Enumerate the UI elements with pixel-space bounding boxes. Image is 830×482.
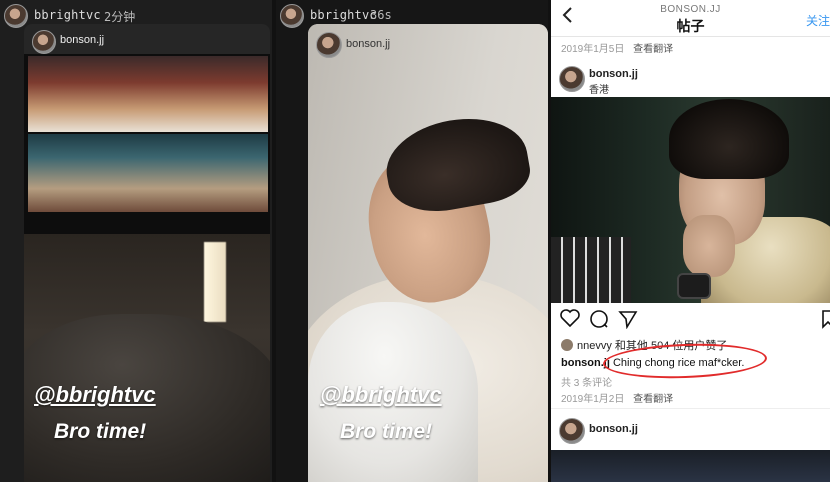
lamp-light [204, 242, 226, 322]
next-post-photo[interactable] [551, 450, 830, 482]
watch-image [677, 273, 711, 299]
film-strip-image [551, 237, 631, 303]
comment-icon [590, 310, 608, 328]
follow-button[interactable]: 关注 [806, 12, 830, 29]
instagram-post-panel: BONSON.JJ 帖子 关注 2019年1月5日 查看翻译 bonson.jj… [551, 0, 830, 482]
share-icon [618, 311, 638, 330]
post-photo[interactable] [551, 97, 830, 303]
reshared-story-card[interactable]: bonson.jj @bbrightvc Bro time! [24, 24, 270, 482]
reshared-story-card[interactable]: bonson.jj @bbrightvc Bro time! [308, 24, 548, 482]
like-button[interactable] [559, 309, 581, 331]
story-username[interactable]: bbrightvc [310, 8, 377, 22]
hand-image [683, 215, 735, 277]
story-avatar[interactable] [280, 4, 304, 28]
story-panel-1: bbrightvc 2分钟 bonson.jj @bbrightvc Bro t… [0, 0, 272, 482]
post-divider [551, 408, 830, 409]
story-username[interactable]: bbrightvc [34, 8, 101, 22]
mention-sticker[interactable]: @bbrightvc [320, 382, 442, 408]
story-caption: Bro time! [54, 420, 147, 443]
story-caption: Bro time! [340, 420, 433, 443]
post-username[interactable]: bonson.jj [589, 68, 638, 80]
post-date: 2019年1月2日 [561, 394, 625, 405]
bookmark-icon [822, 310, 830, 329]
card-username[interactable]: bonson.jj [60, 34, 104, 46]
post-action-bar [551, 303, 830, 337]
comment-button[interactable] [588, 309, 610, 331]
post-owner-caption: BONSON.JJ [660, 4, 721, 15]
screenshot-collage: bbrightvc 2分钟 bonson.jj @bbrightvc Bro t… [0, 0, 830, 482]
hair-image [669, 99, 789, 179]
post-location[interactable]: 香港 [589, 81, 609, 96]
page-title: 帖子 [676, 18, 705, 34]
post-avatar[interactable] [559, 66, 585, 92]
share-button[interactable] [617, 309, 639, 331]
story-panel-2: bbrightvc 36s bonson.jj @bbrightvc Bro t… [276, 0, 548, 482]
story-time: 2分钟 [104, 10, 136, 24]
heart-icon [560, 309, 580, 328]
see-translation-link[interactable]: 查看翻译 [633, 44, 673, 55]
liker-avatar [561, 339, 573, 351]
bookmark-button[interactable] [817, 309, 830, 331]
tv-screen-image [24, 54, 270, 234]
game-scene-top [28, 56, 268, 132]
see-translation-link[interactable]: 查看翻译 [633, 394, 673, 405]
next-post-avatar[interactable] [559, 418, 585, 444]
game-scene-bottom [28, 134, 268, 212]
post-meta: 2019年1月2日 查看翻译 [561, 390, 673, 405]
card-avatar[interactable] [32, 30, 56, 54]
story-time: 36s [370, 8, 392, 22]
next-post-username[interactable]: bonson.jj [589, 423, 638, 435]
previous-post-date: 2019年1月5日 [561, 44, 625, 55]
card-avatar[interactable] [316, 32, 342, 58]
mention-sticker[interactable]: @bbrightvc [34, 382, 156, 408]
previous-post-meta: 2019年1月5日 查看翻译 [561, 40, 673, 55]
story-avatar[interactable] [4, 4, 28, 28]
view-comments-link[interactable]: 共 3 条评论 [561, 374, 612, 389]
post-header-bar: BONSON.JJ 帖子 关注 [551, 0, 830, 37]
card-username[interactable]: bonson.jj [346, 38, 390, 50]
